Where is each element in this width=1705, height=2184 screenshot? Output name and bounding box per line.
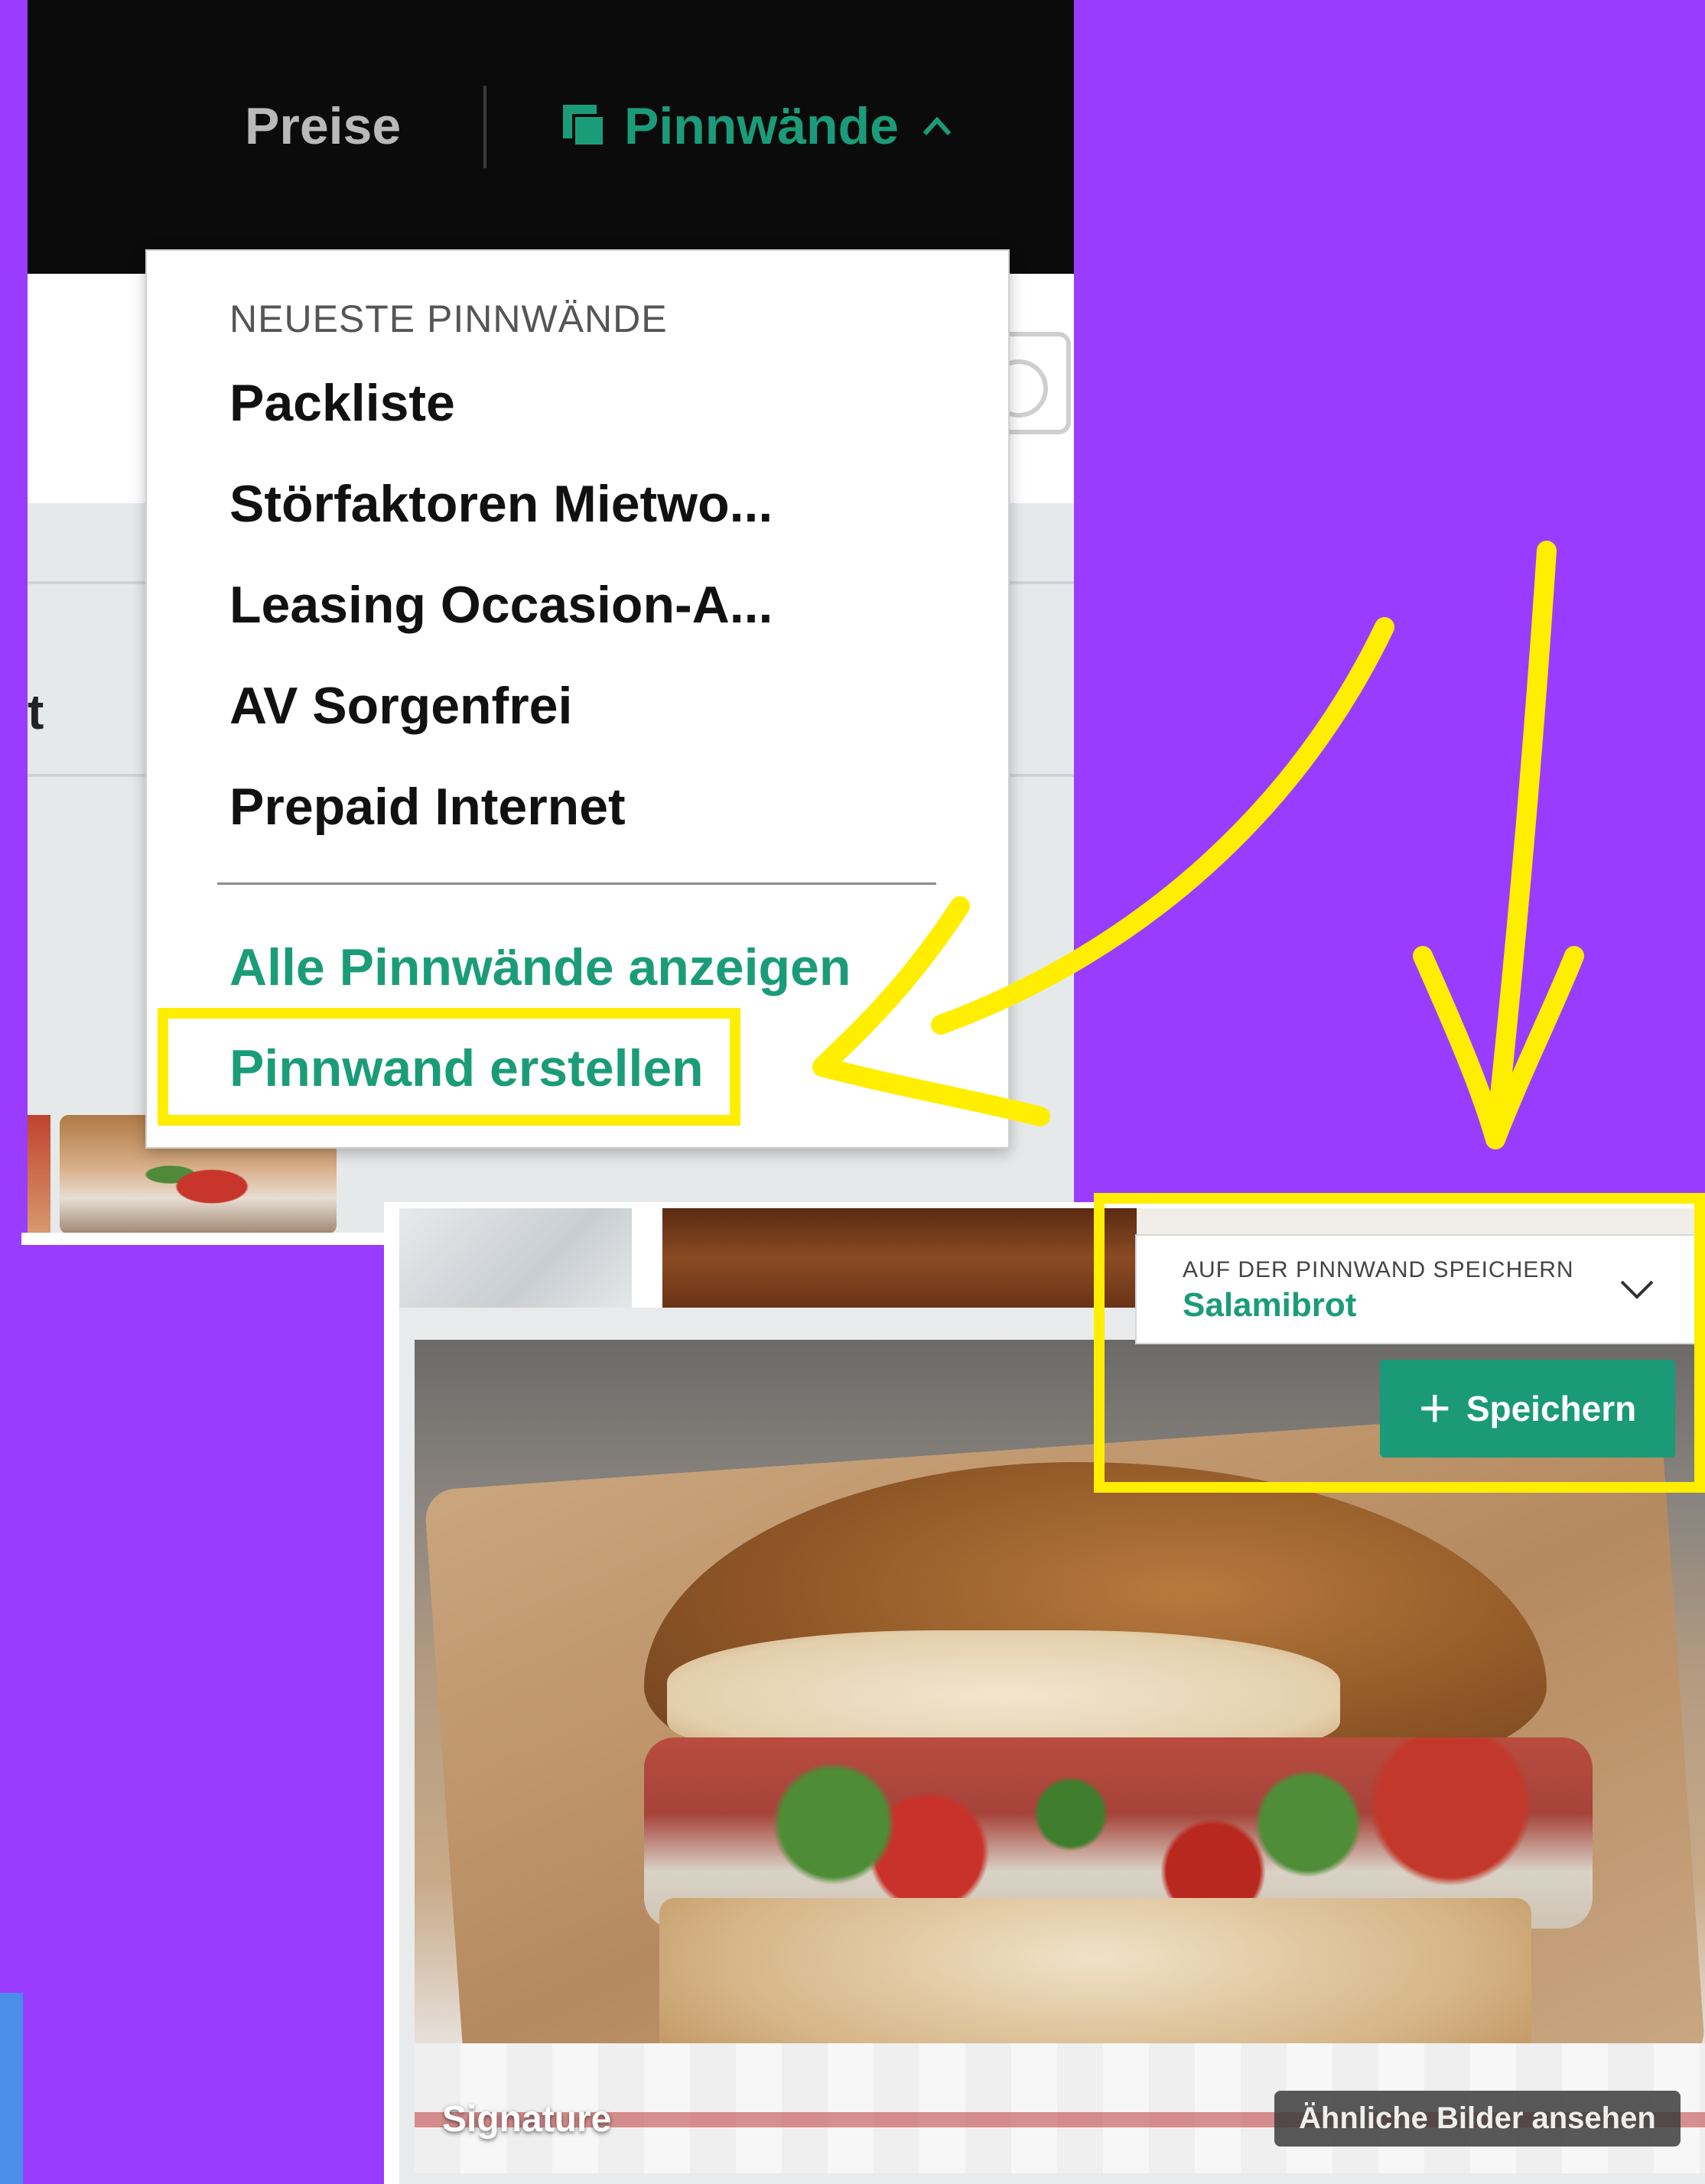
dropdown-item-board[interactable]: Packliste — [229, 373, 455, 433]
dropdown-heading: NEUESTE PINNWÄNDE — [229, 297, 668, 340]
create-board-highlight — [158, 1008, 740, 1126]
show-all-boards-link[interactable]: Alle Pinnwände anzeigen — [229, 938, 851, 997]
cropped-text-fragment: t — [28, 684, 44, 739]
nav-prices-link[interactable]: Preise — [245, 96, 401, 156]
panel-edge — [21, 1233, 386, 1245]
dropdown-item-board[interactable]: Leasing Occasion-A... — [229, 575, 773, 635]
thumbnail-fragment — [399, 1208, 632, 1308]
nav-divider — [483, 86, 486, 168]
down-arrow — [1485, 541, 1557, 1149]
down-arrow-head — [1413, 946, 1584, 1149]
dropdown-item-board[interactable]: Prepaid Internet — [229, 777, 626, 837]
photo-caption: Signature — [442, 2099, 612, 2140]
blue-edge-fragment — [0, 1993, 23, 2184]
nav-boards-label: Pinnwände — [624, 97, 899, 155]
thumbnail-fragment — [28, 1115, 50, 1233]
board-icon — [563, 105, 606, 148]
dropdown-item-board[interactable]: AV Sorgenfrei — [229, 676, 572, 736]
dropdown-item-board[interactable]: Störfaktoren Mietwo... — [229, 474, 773, 534]
dropdown-separator — [217, 882, 936, 885]
nav-boards-menu[interactable]: Pinnwände — [563, 96, 952, 156]
similar-images-button[interactable]: Ähnliche Bilder ansehen — [1274, 2091, 1681, 2147]
thumbnail-fragment — [662, 1208, 1137, 1308]
chevron-up-icon — [922, 116, 952, 135]
save-widget-highlight — [1094, 1193, 1705, 1493]
